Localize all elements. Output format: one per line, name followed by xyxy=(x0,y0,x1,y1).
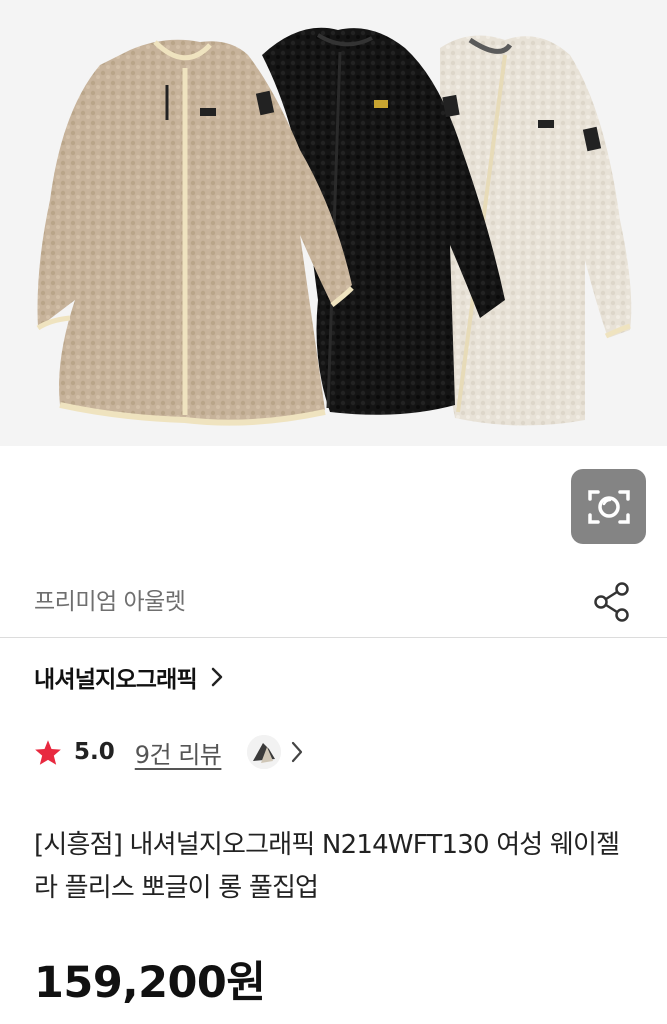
star-icon xyxy=(34,739,62,766)
share-button[interactable] xyxy=(590,580,634,624)
shop-name[interactable]: 프리미엄 아울렛 xyxy=(34,582,186,616)
brand-name: 내셔널지오그래픽 xyxy=(34,667,198,693)
shop-row: 프리미엄 아울렛 xyxy=(0,560,667,638)
product-image[interactable] xyxy=(0,0,667,446)
brand-link[interactable]: 내셔널지오그래픽 xyxy=(34,660,223,694)
rating-row: 5.0 9건 리뷰 xyxy=(34,732,303,772)
product-price: 159,200원 xyxy=(34,958,266,1008)
chevron-right-icon[interactable] xyxy=(291,741,303,763)
rating-score: 5.0 xyxy=(74,739,115,765)
chevron-right-icon xyxy=(211,667,223,687)
share-icon xyxy=(594,582,629,622)
camera-lens-icon xyxy=(587,489,630,524)
review-photo-thumbnail[interactable] xyxy=(247,735,282,769)
product-photo xyxy=(36,27,632,426)
image-search-button[interactable] xyxy=(571,469,646,544)
review-count-link[interactable]: 9건 리뷰 xyxy=(135,735,222,770)
product-title: [시흥점] 내셔널지오그래픽 N214WFT130 여성 웨이젤라 플리스 뽀글… xyxy=(34,830,620,903)
